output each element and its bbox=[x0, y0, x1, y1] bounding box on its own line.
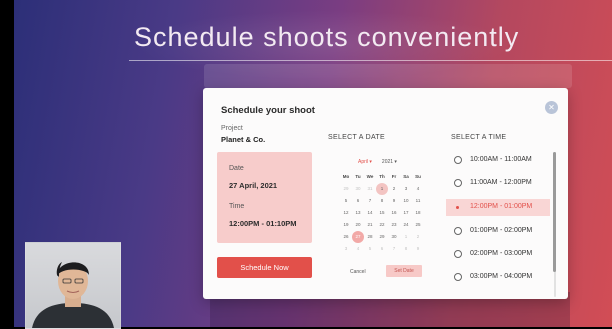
background-window bbox=[204, 64, 572, 88]
calendar-day[interactable]: 6 bbox=[376, 243, 388, 255]
summary-time-value: 12:00PM - 01:10PM bbox=[229, 219, 297, 228]
select-date-heading: SELECT A DATE bbox=[328, 134, 385, 141]
weekday-header: We bbox=[366, 174, 374, 179]
date-picker: April ▾ 2021 ▾ Mo Tu We Th Fr Sa Su 29 30 31 1 2 3 4 5 6… bbox=[340, 159, 424, 284]
calendar-day[interactable]: 19 bbox=[340, 219, 352, 231]
calendar-day[interactable]: 11 bbox=[412, 195, 424, 207]
calendar-day[interactable]: 20 bbox=[352, 219, 364, 231]
calendar-day[interactable]: 1 bbox=[400, 231, 412, 243]
time-slot-label: 10:00AM - 11:00AM bbox=[470, 156, 532, 163]
project-label: Project bbox=[221, 125, 243, 132]
calendar-header: April ▾ 2021 ▾ bbox=[358, 159, 397, 165]
month-label: April bbox=[358, 159, 369, 165]
presenter-image bbox=[32, 262, 114, 328]
schedule-now-button[interactable]: Schedule Now bbox=[217, 257, 312, 278]
calendar-day[interactable]: 29 bbox=[340, 183, 352, 195]
radio-icon[interactable] bbox=[454, 179, 462, 187]
calendar-day[interactable]: 8 bbox=[400, 243, 412, 255]
weekday-header: Fr bbox=[391, 174, 397, 179]
calendar-day[interactable]: 8 bbox=[376, 195, 388, 207]
calendar-day[interactable]: 13 bbox=[352, 207, 364, 219]
set-date-button[interactable]: Set Date bbox=[386, 265, 422, 277]
time-slot-label: 03:00PM - 04:00PM bbox=[470, 273, 533, 280]
time-slot-label: 12:00PM - 01:00PM bbox=[470, 203, 533, 210]
calendar-day[interactable]: 7 bbox=[364, 195, 376, 207]
calendar-day[interactable]: 23 bbox=[388, 219, 400, 231]
calendar-day[interactable]: 30 bbox=[388, 231, 400, 243]
radio-icon[interactable] bbox=[454, 156, 462, 164]
calendar-day[interactable]: 24 bbox=[400, 219, 412, 231]
summary-date-value: 27 April, 2021 bbox=[229, 181, 278, 190]
calendar-day[interactable]: 16 bbox=[388, 207, 400, 219]
calendar-day[interactable]: 22 bbox=[376, 219, 388, 231]
summary-time-label: Time bbox=[229, 203, 245, 210]
time-slot-option[interactable]: 02:00PM - 03:00PM bbox=[446, 246, 550, 263]
close-icon[interactable]: ✕ bbox=[545, 101, 558, 114]
time-list-scrollbar-thumb[interactable] bbox=[553, 152, 556, 272]
weekday-header: Th bbox=[379, 174, 385, 179]
slide-title: Schedule shoots conveniently bbox=[134, 22, 520, 52]
calendar-day[interactable]: 4 bbox=[412, 183, 424, 195]
weekday-header: Mo bbox=[342, 174, 350, 179]
weekday-header: Sa bbox=[403, 174, 409, 179]
calendar-day[interactable]: 4 bbox=[352, 243, 364, 255]
radio-selected-icon[interactable] bbox=[456, 206, 459, 209]
calendar-day[interactable]: 27 bbox=[352, 231, 364, 243]
weekday-header: Su bbox=[415, 174, 421, 179]
title-divider bbox=[129, 60, 612, 61]
time-slot-list: 10:00AM - 11:00AM 11:00AM - 12:00PM 12:00P… bbox=[446, 150, 558, 299]
time-slot-label: 11:00AM - 12:00PM bbox=[470, 179, 532, 186]
calendar-day[interactable]: 21 bbox=[364, 219, 376, 231]
calendar-day[interactable]: 30 bbox=[352, 183, 364, 195]
time-slot-option[interactable]: 10:00AM - 11:00AM bbox=[446, 152, 550, 169]
calendar-day[interactable]: 28 bbox=[364, 231, 376, 243]
calendar-day[interactable]: 2 bbox=[412, 231, 424, 243]
calendar-day[interactable]: 14 bbox=[364, 207, 376, 219]
calendar-day[interactable]: 18 bbox=[412, 207, 424, 219]
calendar-day[interactable]: 6 bbox=[352, 195, 364, 207]
calendar-day[interactable]: 3 bbox=[340, 243, 352, 255]
calendar-day[interactable]: 29 bbox=[376, 231, 388, 243]
calendar-day[interactable]: 9 bbox=[412, 243, 424, 255]
time-slot-label: 02:00PM - 03:00PM bbox=[470, 250, 533, 257]
presenter-webcam bbox=[25, 242, 121, 329]
time-slot-option[interactable]: 01:00PM - 02:00PM bbox=[446, 223, 550, 240]
year-dropdown[interactable]: 2021 ▾ bbox=[382, 159, 397, 165]
calendar-day[interactable]: 5 bbox=[364, 243, 376, 255]
radio-icon[interactable] bbox=[454, 250, 462, 258]
weekday-header: Tu bbox=[355, 174, 361, 179]
booking-summary: Date 27 April, 2021 Time 12:00PM - 01:10… bbox=[217, 152, 312, 243]
project-value: Planet & Co. bbox=[221, 135, 266, 144]
calendar-day[interactable]: 15 bbox=[376, 207, 388, 219]
select-time-heading: SELECT A TIME bbox=[451, 134, 507, 141]
dialog-title: Schedule your shoot bbox=[221, 105, 315, 116]
year-label: 2021 bbox=[381, 159, 394, 165]
radio-icon[interactable] bbox=[454, 273, 462, 281]
calendar-day[interactable]: 12 bbox=[340, 207, 352, 219]
calendar-day[interactable]: 5 bbox=[340, 195, 352, 207]
calendar-day[interactable]: 1 bbox=[376, 183, 388, 195]
month-dropdown[interactable]: April ▾ bbox=[358, 159, 372, 165]
calendar-day[interactable]: 17 bbox=[400, 207, 412, 219]
schedule-dialog: Schedule your shoot ✕ Project Planet & C… bbox=[203, 88, 568, 299]
calendar-day[interactable]: 25 bbox=[412, 219, 424, 231]
summary-date-label: Date bbox=[229, 165, 244, 172]
calendar-cancel-button[interactable]: Cancel bbox=[350, 269, 366, 275]
time-slot-option[interactable]: 12:00PM - 01:00PM bbox=[446, 199, 550, 216]
calendar-day[interactable]: 10 bbox=[400, 195, 412, 207]
radio-icon[interactable] bbox=[454, 227, 462, 235]
calendar-day[interactable]: 2 bbox=[388, 183, 400, 195]
calendar-day[interactable]: 31 bbox=[364, 183, 376, 195]
calendar-day[interactable]: 3 bbox=[400, 183, 412, 195]
calendar-grid: Mo Tu We Th Fr Sa Su 29 30 31 1 2 3 4 5 6 7 8 9 10 11 12 13 14 1… bbox=[340, 171, 424, 255]
calendar-day[interactable]: 7 bbox=[388, 243, 400, 255]
time-slot-label: 01:00PM - 02:00PM bbox=[470, 227, 533, 234]
calendar-day[interactable]: 26 bbox=[340, 231, 352, 243]
calendar-day[interactable]: 9 bbox=[388, 195, 400, 207]
time-slot-option[interactable]: 11:00AM - 12:00PM bbox=[446, 175, 550, 192]
time-slot-option[interactable]: 03:00PM - 04:00PM bbox=[446, 269, 550, 286]
